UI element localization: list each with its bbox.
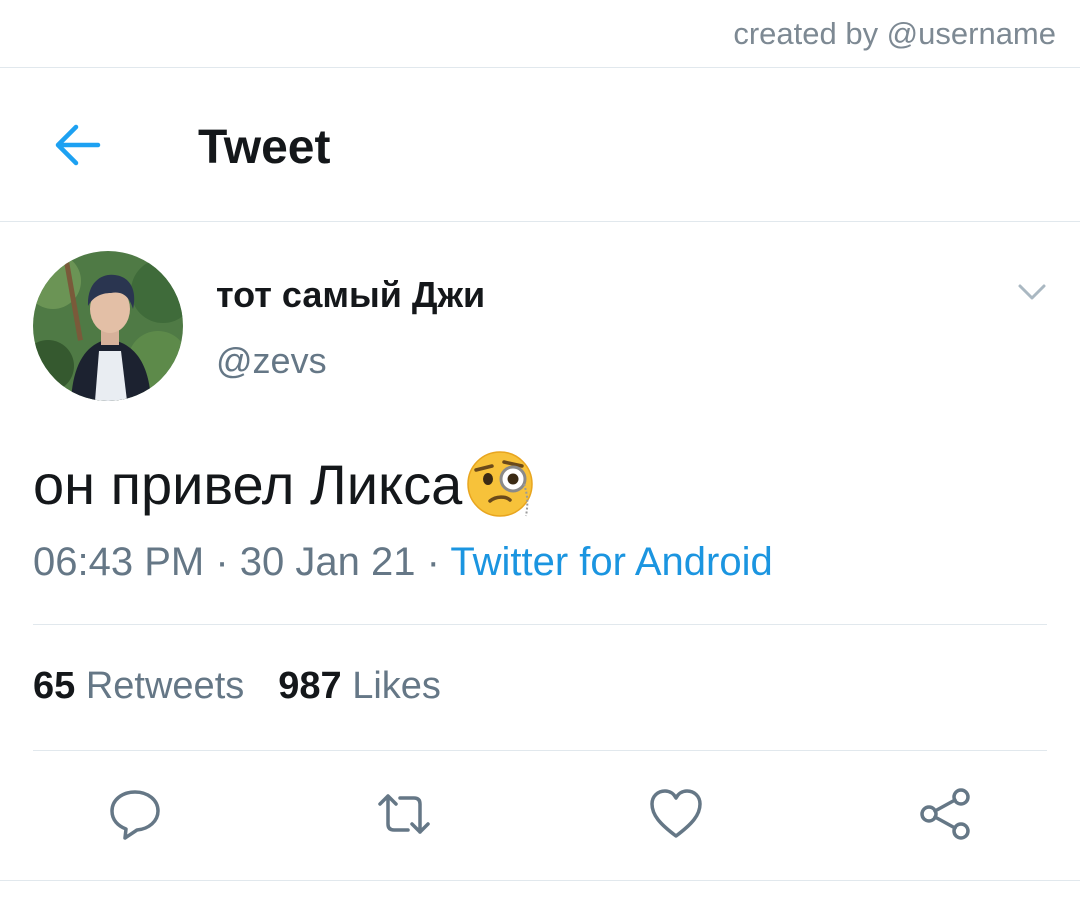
share-button[interactable] <box>917 786 973 842</box>
share-icon <box>920 788 970 840</box>
likes-label: Likes <box>352 665 441 707</box>
tweet-stats: 65 Retweets 987 Likes <box>33 665 441 708</box>
tweet-source-link[interactable]: Twitter for Android <box>450 540 772 584</box>
tweet-options-button[interactable] <box>1016 280 1048 304</box>
face-with-monocle-icon <box>464 446 536 518</box>
tweet-text: он привел Ликса <box>33 446 536 518</box>
divider <box>33 750 1047 751</box>
display-name[interactable]: тот самый Джи <box>216 274 485 316</box>
app-header: Tweet <box>0 68 1080 222</box>
divider <box>33 624 1047 625</box>
tweet-date: 30 Jan 21 <box>239 540 416 584</box>
arrow-left-icon <box>55 124 101 166</box>
likes-count: 987 <box>278 665 342 707</box>
avatar[interactable] <box>33 251 183 401</box>
retweets-stat[interactable]: 65 Retweets <box>33 665 244 707</box>
chevron-down-icon <box>1018 284 1046 300</box>
page-title: Tweet <box>198 121 331 174</box>
tweet-time: 06:43 PM <box>33 540 205 584</box>
retweets-label: Retweets <box>85 665 245 707</box>
like-button[interactable] <box>648 786 704 842</box>
tweet-meta: 06:43 PM · 30 Jan 21 · Twitter for Andro… <box>33 540 773 585</box>
meta-separator: · <box>215 540 229 584</box>
meta-separator: · <box>426 540 440 584</box>
user-handle[interactable]: @zevs <box>216 340 327 382</box>
credit-text: created by @username <box>733 16 1056 51</box>
reply-button[interactable] <box>107 786 163 842</box>
retweets-count: 65 <box>33 665 76 707</box>
retweet-button[interactable] <box>376 786 432 842</box>
divider <box>0 880 1080 881</box>
reply-icon <box>110 790 160 840</box>
tweet-body: он привел Ликса <box>33 453 463 516</box>
likes-stat[interactable]: 987 Likes <box>278 665 441 707</box>
heart-icon <box>650 789 702 838</box>
credit-bar: created by @username <box>0 0 1080 68</box>
back-button[interactable] <box>50 118 104 172</box>
retweet-icon <box>378 794 430 834</box>
